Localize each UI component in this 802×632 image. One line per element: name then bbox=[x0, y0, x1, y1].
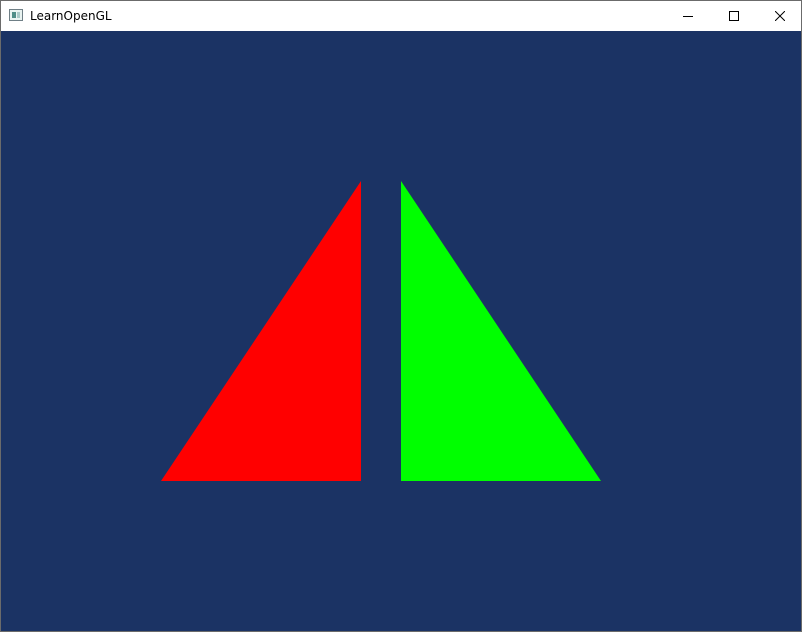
green-triangle bbox=[401, 181, 601, 481]
minimize-button[interactable] bbox=[665, 1, 711, 31]
app-window-icon[interactable] bbox=[9, 9, 23, 21]
close-button[interactable] bbox=[757, 1, 802, 31]
scene-canvas bbox=[161, 181, 601, 481]
maximize-icon bbox=[729, 11, 739, 21]
red-triangle bbox=[161, 181, 361, 481]
maximize-button[interactable] bbox=[711, 1, 757, 31]
minimize-icon bbox=[683, 16, 693, 17]
window-title: LearnOpenGL bbox=[30, 9, 112, 23]
app-window: LearnOpenGL bbox=[0, 0, 802, 632]
close-icon bbox=[775, 11, 785, 21]
title-bar[interactable]: LearnOpenGL bbox=[1, 1, 801, 31]
opengl-viewport[interactable] bbox=[1, 31, 801, 631]
